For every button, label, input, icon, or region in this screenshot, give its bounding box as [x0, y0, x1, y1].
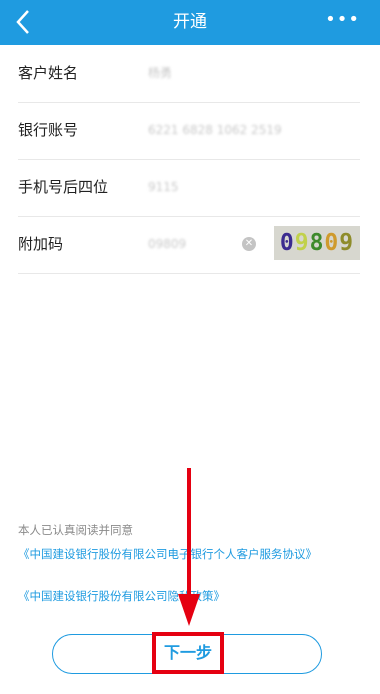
- phone-last4-row: 手机号后四位 9115: [18, 159, 360, 217]
- app-header: 开通 •••: [0, 0, 380, 45]
- clear-input-icon[interactable]: ✕: [242, 237, 256, 251]
- customer-name-value: 杨勇: [148, 66, 173, 80]
- captcha-char: 0: [279, 230, 295, 256]
- captcha-input[interactable]: 09809: [148, 216, 186, 273]
- phone-last4-value[interactable]: 9115: [148, 159, 179, 216]
- captcha-label: 附加码: [18, 235, 64, 253]
- account-number-row: 银行账号 6221 6828 1062 2519: [18, 102, 360, 160]
- captcha-char: 9: [294, 230, 310, 256]
- captcha-row: 附加码 09809 ✕ 09809: [18, 216, 360, 274]
- more-menu-icon[interactable]: •••: [325, 9, 360, 30]
- page-title: 开通: [173, 12, 207, 32]
- account-number-value: 6221 6828 1062 2519: [148, 123, 282, 137]
- captcha-image[interactable]: 09809: [274, 226, 360, 260]
- captcha-char: 9: [339, 230, 355, 256]
- captcha-char: 0: [324, 230, 340, 256]
- customer-name-label: 客户姓名: [18, 64, 79, 82]
- next-button[interactable]: 下一步: [152, 632, 224, 674]
- phone-last4-label: 手机号后四位: [18, 178, 109, 196]
- captcha-char: 8: [309, 230, 325, 256]
- red-arrow-annotation: [178, 468, 200, 626]
- account-number-label: 银行账号: [18, 121, 79, 139]
- customer-name-row: 客户姓名 杨勇: [18, 45, 360, 103]
